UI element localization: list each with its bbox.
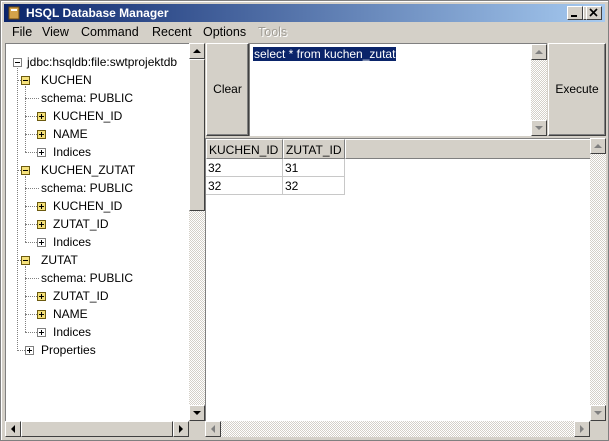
collapse-icon[interactable] (13, 58, 22, 67)
scroll-up-button[interactable] (531, 44, 547, 60)
tree-column-label: KUCHEN_ID (53, 109, 123, 123)
expand-icon[interactable] (37, 328, 46, 337)
scroll-down-button[interactable] (531, 120, 547, 136)
arrow-left-icon (211, 425, 215, 433)
menu-command[interactable]: Command (81, 25, 139, 39)
arrow-down-icon (594, 411, 602, 415)
arrow-up-icon (594, 144, 602, 148)
scroll-thumb[interactable] (21, 421, 173, 437)
close-button-face[interactable] (586, 6, 602, 20)
clear-button[interactable]: Clear (206, 43, 249, 136)
scroll-right-button[interactable] (574, 421, 590, 437)
expand-icon[interactable] (25, 346, 34, 355)
arrow-up-icon (193, 49, 201, 53)
collapse-icon[interactable] (21, 76, 30, 85)
tree-column-label: NAME (53, 307, 88, 321)
tree-indices-label: Indices (53, 325, 92, 339)
tree-table-label: KUCHEN_ZUTAT (41, 163, 136, 177)
tree-table-label: ZUTAT (41, 253, 78, 267)
tree-column-label: NAME (53, 127, 88, 141)
query-text[interactable]: select * from kuchen_zutat (253, 47, 397, 61)
arrow-down-icon (535, 126, 543, 130)
tree-column-label: ZUTAT_ID (53, 217, 109, 231)
tree-indices-label: Indices (53, 145, 92, 159)
database-tree: jdbc:hsqldb:file:swtprojektdb KUCHEN sch… (5, 43, 189, 421)
arrow-right-icon (179, 425, 183, 433)
scroll-right-button[interactable] (173, 421, 189, 437)
tree-indices-label: Indices (53, 235, 92, 249)
title-bar[interactable]: HSQL Database Manager (4, 4, 605, 22)
expand-icon[interactable] (37, 112, 46, 121)
scroll-thumb[interactable] (189, 59, 205, 211)
expand-icon[interactable] (37, 310, 46, 319)
query-vertical-scrollbar[interactable] (531, 44, 547, 136)
table-cell[interactable]: 32 (206, 177, 283, 195)
menu-file[interactable]: File (12, 25, 32, 39)
expand-icon[interactable] (37, 238, 46, 247)
collapse-icon[interactable] (21, 166, 30, 175)
query-editor[interactable]: select * from kuchen_zutat (249, 43, 547, 136)
expand-icon[interactable] (37, 130, 46, 139)
execute-button[interactable]: Execute (548, 43, 606, 136)
expand-icon[interactable] (37, 202, 46, 211)
tree-schema-label: schema: PUBLIC (41, 91, 134, 105)
app-icon (7, 6, 21, 20)
scroll-up-button[interactable] (590, 138, 606, 154)
menu-tools[interactable]: Tools (258, 25, 287, 39)
arrow-down-icon (193, 411, 201, 415)
menu-options[interactable]: Options (203, 25, 246, 39)
menu-bar: File View Command Recent Options Tools (4, 23, 605, 42)
results-vertical-scrollbar[interactable] (590, 138, 606, 421)
expand-icon[interactable] (37, 292, 46, 301)
table-cell[interactable]: 31 (283, 159, 345, 177)
close-icon (589, 8, 598, 17)
menu-view[interactable]: View (42, 25, 69, 39)
scroll-corner (590, 421, 606, 437)
column-header[interactable]: ZUTAT_ID (283, 139, 345, 159)
tree-root-label: jdbc:hsqldb:file:swtprojektdb (27, 55, 178, 69)
results-table: KUCHEN_ID ZUTAT_ID 32 31 32 32 (205, 138, 591, 421)
tree-properties-label: Properties (41, 343, 96, 357)
minimize-button[interactable] (567, 6, 583, 20)
expand-icon[interactable] (37, 148, 46, 157)
app-window: HSQL Database Manager File View Command … (0, 0, 609, 441)
table-cell[interactable]: 32 (206, 159, 283, 177)
collapse-icon[interactable] (21, 256, 30, 265)
window-title: HSQL Database Manager (26, 6, 169, 20)
tree-vertical-scrollbar[interactable] (189, 43, 205, 421)
scroll-up-button[interactable] (189, 43, 205, 59)
tree-column-label: ZUTAT_ID (53, 289, 109, 303)
expand-icon[interactable] (37, 220, 46, 229)
tree-horizontal-scrollbar[interactable] (5, 421, 189, 437)
column-header-filler (345, 139, 591, 159)
column-header[interactable]: KUCHEN_ID (206, 139, 283, 159)
scroll-left-button[interactable] (205, 421, 221, 437)
results-horizontal-scrollbar[interactable] (205, 421, 590, 437)
arrow-up-icon (535, 50, 543, 54)
tree-schema-label: schema: PUBLIC (41, 181, 134, 195)
scroll-down-button[interactable] (189, 405, 205, 421)
minimize-icon (571, 15, 577, 17)
tree-table-label: KUCHEN (41, 73, 92, 87)
arrow-right-icon (580, 425, 584, 433)
tree-column-label: KUCHEN_ID (53, 199, 123, 213)
tree-schema-label: schema: PUBLIC (41, 271, 134, 285)
scroll-down-button[interactable] (590, 405, 606, 421)
menu-recent[interactable]: Recent (152, 25, 192, 39)
arrow-left-icon (11, 425, 15, 433)
scroll-left-button[interactable] (5, 421, 21, 437)
table-cell[interactable]: 32 (283, 177, 345, 195)
